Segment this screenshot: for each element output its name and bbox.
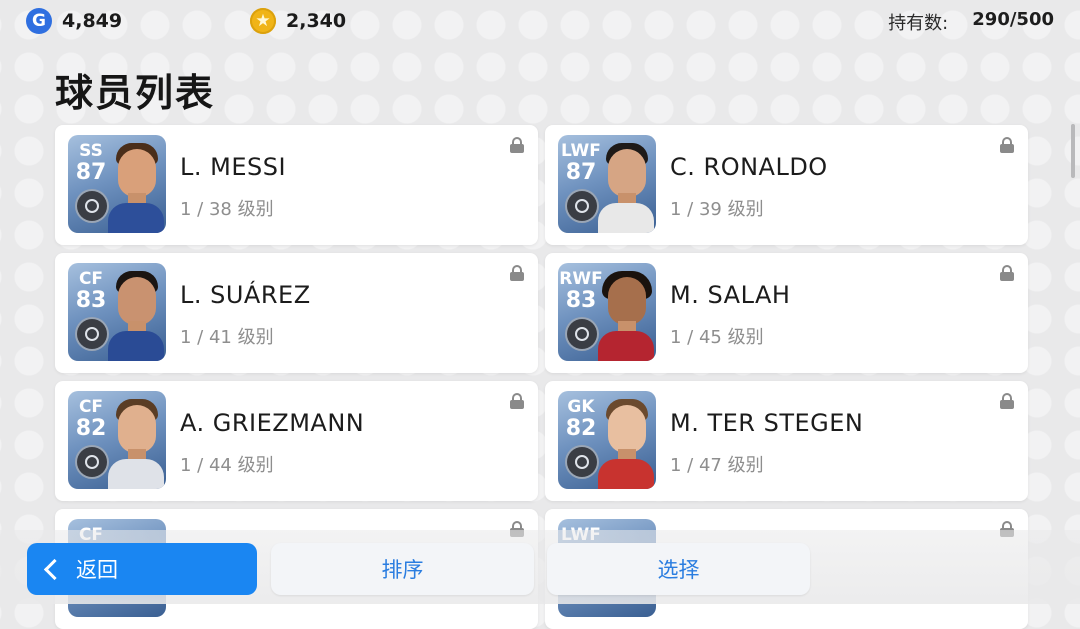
holding-count: 持有数: 290/500 xyxy=(888,9,1054,35)
holding-label: 持有数: xyxy=(888,13,949,34)
player-level: 1 / 38 级别 xyxy=(180,199,274,220)
lock-icon xyxy=(510,393,524,409)
coin-currency: ★ 2,340 xyxy=(250,8,346,34)
player-card[interactable]: GK 82 M. TER STEGEN 1 / 47 级别 xyxy=(545,381,1028,501)
club-badge-icon xyxy=(77,319,107,349)
club-badge-icon xyxy=(77,191,107,221)
player-thumbnail: CF 82 xyxy=(68,391,166,489)
player-thumbnail: GK 82 xyxy=(558,391,656,489)
player-level: 1 / 47 级别 xyxy=(670,455,764,476)
player-card[interactable]: CF 82 A. GRIEZMANN 1 / 44 级别 xyxy=(55,381,538,501)
player-thumbnail: LWF 87 xyxy=(558,135,656,233)
page-title: 球员列表 xyxy=(55,71,216,115)
player-thumbnail: RWF 83 xyxy=(558,263,656,361)
player-level: 1 / 45 级别 xyxy=(670,327,764,348)
sort-button[interactable]: 排序 xyxy=(271,543,534,595)
coin-star-icon: ★ xyxy=(250,8,276,34)
club-badge-icon xyxy=(77,447,107,477)
top-bar: G 4,849 ★ 2,340 持有数: 290/500 xyxy=(0,0,1080,44)
select-button[interactable]: 选择 xyxy=(547,543,810,595)
scrollbar[interactable] xyxy=(1071,124,1075,178)
chevron-left-icon xyxy=(43,558,66,580)
player-portrait-icon xyxy=(598,269,654,361)
player-level: 1 / 39 级别 xyxy=(670,199,764,220)
player-name: M. TER STEGEN xyxy=(670,409,864,437)
sort-label: 排序 xyxy=(381,558,424,582)
player-portrait-icon xyxy=(598,141,654,233)
player-portrait-icon xyxy=(108,141,164,233)
player-name: L. MESSI xyxy=(180,153,287,181)
back-label: 返回 xyxy=(76,558,118,582)
club-badge-icon xyxy=(567,191,597,221)
lock-icon xyxy=(1000,137,1014,153)
player-level: 1 / 44 级别 xyxy=(180,455,274,476)
player-name: L. SUÁREZ xyxy=(180,281,311,309)
back-button[interactable]: 返回 xyxy=(27,543,257,595)
player-card[interactable]: CF 83 L. SUÁREZ 1 / 41 级别 xyxy=(55,253,538,373)
player-name: M. SALAH xyxy=(670,281,791,309)
player-portrait-icon xyxy=(598,397,654,489)
player-portrait-icon xyxy=(108,397,164,489)
lock-icon xyxy=(1000,265,1014,281)
player-portrait-icon xyxy=(108,269,164,361)
lock-icon xyxy=(1000,393,1014,409)
gp-amount: 4,849 xyxy=(62,10,123,32)
coin-amount: 2,340 xyxy=(286,10,347,32)
player-thumbnail: CF 83 xyxy=(68,263,166,361)
club-badge-icon xyxy=(567,447,597,477)
gp-currency: G 4,849 xyxy=(26,8,122,34)
player-level: 1 / 41 级别 xyxy=(180,327,274,348)
club-badge-icon xyxy=(567,319,597,349)
holding-value: 290/500 xyxy=(972,9,1054,30)
lock-icon xyxy=(510,137,524,153)
player-card[interactable]: RWF 83 M. SALAH 1 / 45 级别 xyxy=(545,253,1028,373)
select-label: 选择 xyxy=(657,558,700,582)
lock-icon xyxy=(510,265,524,281)
player-card[interactable]: SS 87 L. MESSI 1 / 38 级别 xyxy=(55,125,538,245)
gp-icon: G xyxy=(26,8,52,34)
player-thumbnail: SS 87 xyxy=(68,135,166,233)
player-name: A. GRIEZMANN xyxy=(180,409,365,437)
player-name: C. RONALDO xyxy=(670,153,828,181)
player-card[interactable]: LWF 87 C. RONALDO 1 / 39 级别 xyxy=(545,125,1028,245)
